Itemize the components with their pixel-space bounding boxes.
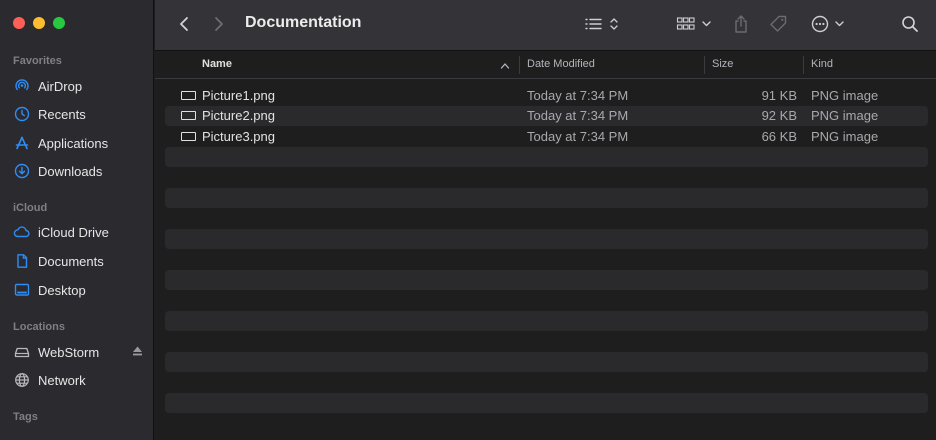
empty-row [165,331,928,352]
search-icon [901,15,919,36]
empty-row [165,208,928,229]
file-name: Picture1.png [202,87,275,103]
window-controls [13,17,65,29]
sidebar-item-label: AirDrop [38,78,83,94]
forward-button[interactable] [208,12,230,38]
file-date: Today at 7:34 PM [527,87,629,103]
drive-icon [13,344,30,361]
sidebar: Favorites AirDrop Recents Applications D… [0,0,154,440]
tag-button[interactable] [767,12,791,38]
image-file-icon [181,131,196,141]
empty-row [165,310,928,331]
main-content: Documentation Name Date Modified Size Ki… [155,0,936,440]
column-divider[interactable] [519,56,520,74]
toolbar: Documentation [155,0,936,51]
file-date: Today at 7:34 PM [527,108,629,124]
minimize-window-button[interactable] [33,17,45,29]
empty-row [165,351,928,372]
sidebar-item-label: iCloud Drive [38,224,109,240]
sidebar-item-downloads[interactable]: Downloads [13,159,143,183]
window-title: Documentation [245,14,362,31]
sort-ascending-icon[interactable] [500,59,510,74]
share-button[interactable] [730,12,752,38]
sidebar-item-recents[interactable]: Recents [13,102,143,126]
more-actions-button[interactable] [810,12,850,38]
search-button[interactable] [899,12,921,38]
sidebar-item-webstorm[interactable]: WebStorm [13,340,143,364]
empty-row [165,392,928,413]
globe-icon [13,372,30,389]
sidebar-item-label: WebStorm [38,344,100,360]
image-file-icon [181,90,196,100]
sidebar-item-airdrop[interactable]: AirDrop [13,74,143,98]
empty-row [165,146,928,167]
clock-icon [13,106,30,123]
file-size: 66 KB [761,128,797,144]
airdrop-icon [13,78,30,95]
sidebar-item-applications[interactable]: Applications [13,131,143,155]
file-size: 92 KB [761,108,797,124]
file-kind: PNG image [811,108,879,124]
column-divider[interactable] [803,56,804,74]
column-header: Name Date Modified Size Kind [155,52,936,79]
empty-row [165,372,928,393]
sidebar-item-network[interactable]: Network [13,368,143,392]
grid-group-icon [676,16,714,35]
sidebar-item-desktop[interactable]: Desktop [13,278,143,302]
file-size: 91 KB [761,87,797,103]
sidebar-section-icloud: iCloud [13,202,48,214]
file-date: Today at 7:34 PM [527,128,629,144]
column-divider[interactable] [704,56,705,74]
sidebar-item-label: Downloads [38,163,103,179]
back-button[interactable] [173,12,195,38]
table-row[interactable]: Picture2.png Today at 7:34 PM 92 KB PNG … [165,105,928,126]
file-name: Picture2.png [202,108,275,124]
sidebar-item-documents[interactable]: Documents [13,249,143,273]
downloads-icon [13,163,30,180]
file-list: Picture1.png Today at 7:34 PM 91 KB PNG … [165,85,928,413]
document-icon [13,253,30,270]
zoom-window-button[interactable] [53,17,65,29]
sidebar-section-favorites: Favorites [13,55,62,67]
eject-icon[interactable] [132,345,143,360]
file-kind: PNG image [811,87,879,103]
sidebar-item-label: Applications [38,135,109,151]
ellipsis-circle-icon [811,15,849,36]
desktop-icon [13,282,30,299]
sidebar-item-label: Documents [38,253,104,269]
empty-row [165,290,928,311]
file-name: Picture3.png [202,128,275,144]
empty-row [165,228,928,249]
file-kind: PNG image [811,128,879,144]
table-row[interactable]: Picture3.png Today at 7:34 PM 66 KB PNG … [165,126,928,147]
cloud-icon [13,224,30,241]
view-options-button[interactable] [583,12,621,38]
column-kind-header[interactable]: Kind [811,58,833,70]
column-date-header[interactable]: Date Modified [527,58,595,70]
group-button[interactable] [675,12,715,38]
tag-icon [769,14,789,37]
image-file-icon [181,111,196,121]
share-icon [733,14,749,37]
empty-row [165,167,928,188]
empty-row [165,187,928,208]
column-name-header[interactable]: Name [202,58,232,70]
chevron-left-icon [179,16,189,35]
close-window-button[interactable] [13,17,25,29]
sidebar-item-icloud-drive[interactable]: iCloud Drive [13,220,143,244]
applications-icon [13,135,30,152]
sidebar-item-label: Recents [38,106,86,122]
empty-row [165,249,928,270]
column-size-header[interactable]: Size [712,58,733,70]
list-view-icon [584,16,620,35]
table-row[interactable]: Picture1.png Today at 7:34 PM 91 KB PNG … [165,85,928,106]
sidebar-section-locations: Locations [13,321,65,333]
sidebar-item-label: Network [38,372,86,388]
sidebar-item-label: Desktop [38,282,86,298]
chevron-right-icon [214,16,224,35]
sidebar-section-tags: Tags [13,411,38,423]
empty-row [165,269,928,290]
